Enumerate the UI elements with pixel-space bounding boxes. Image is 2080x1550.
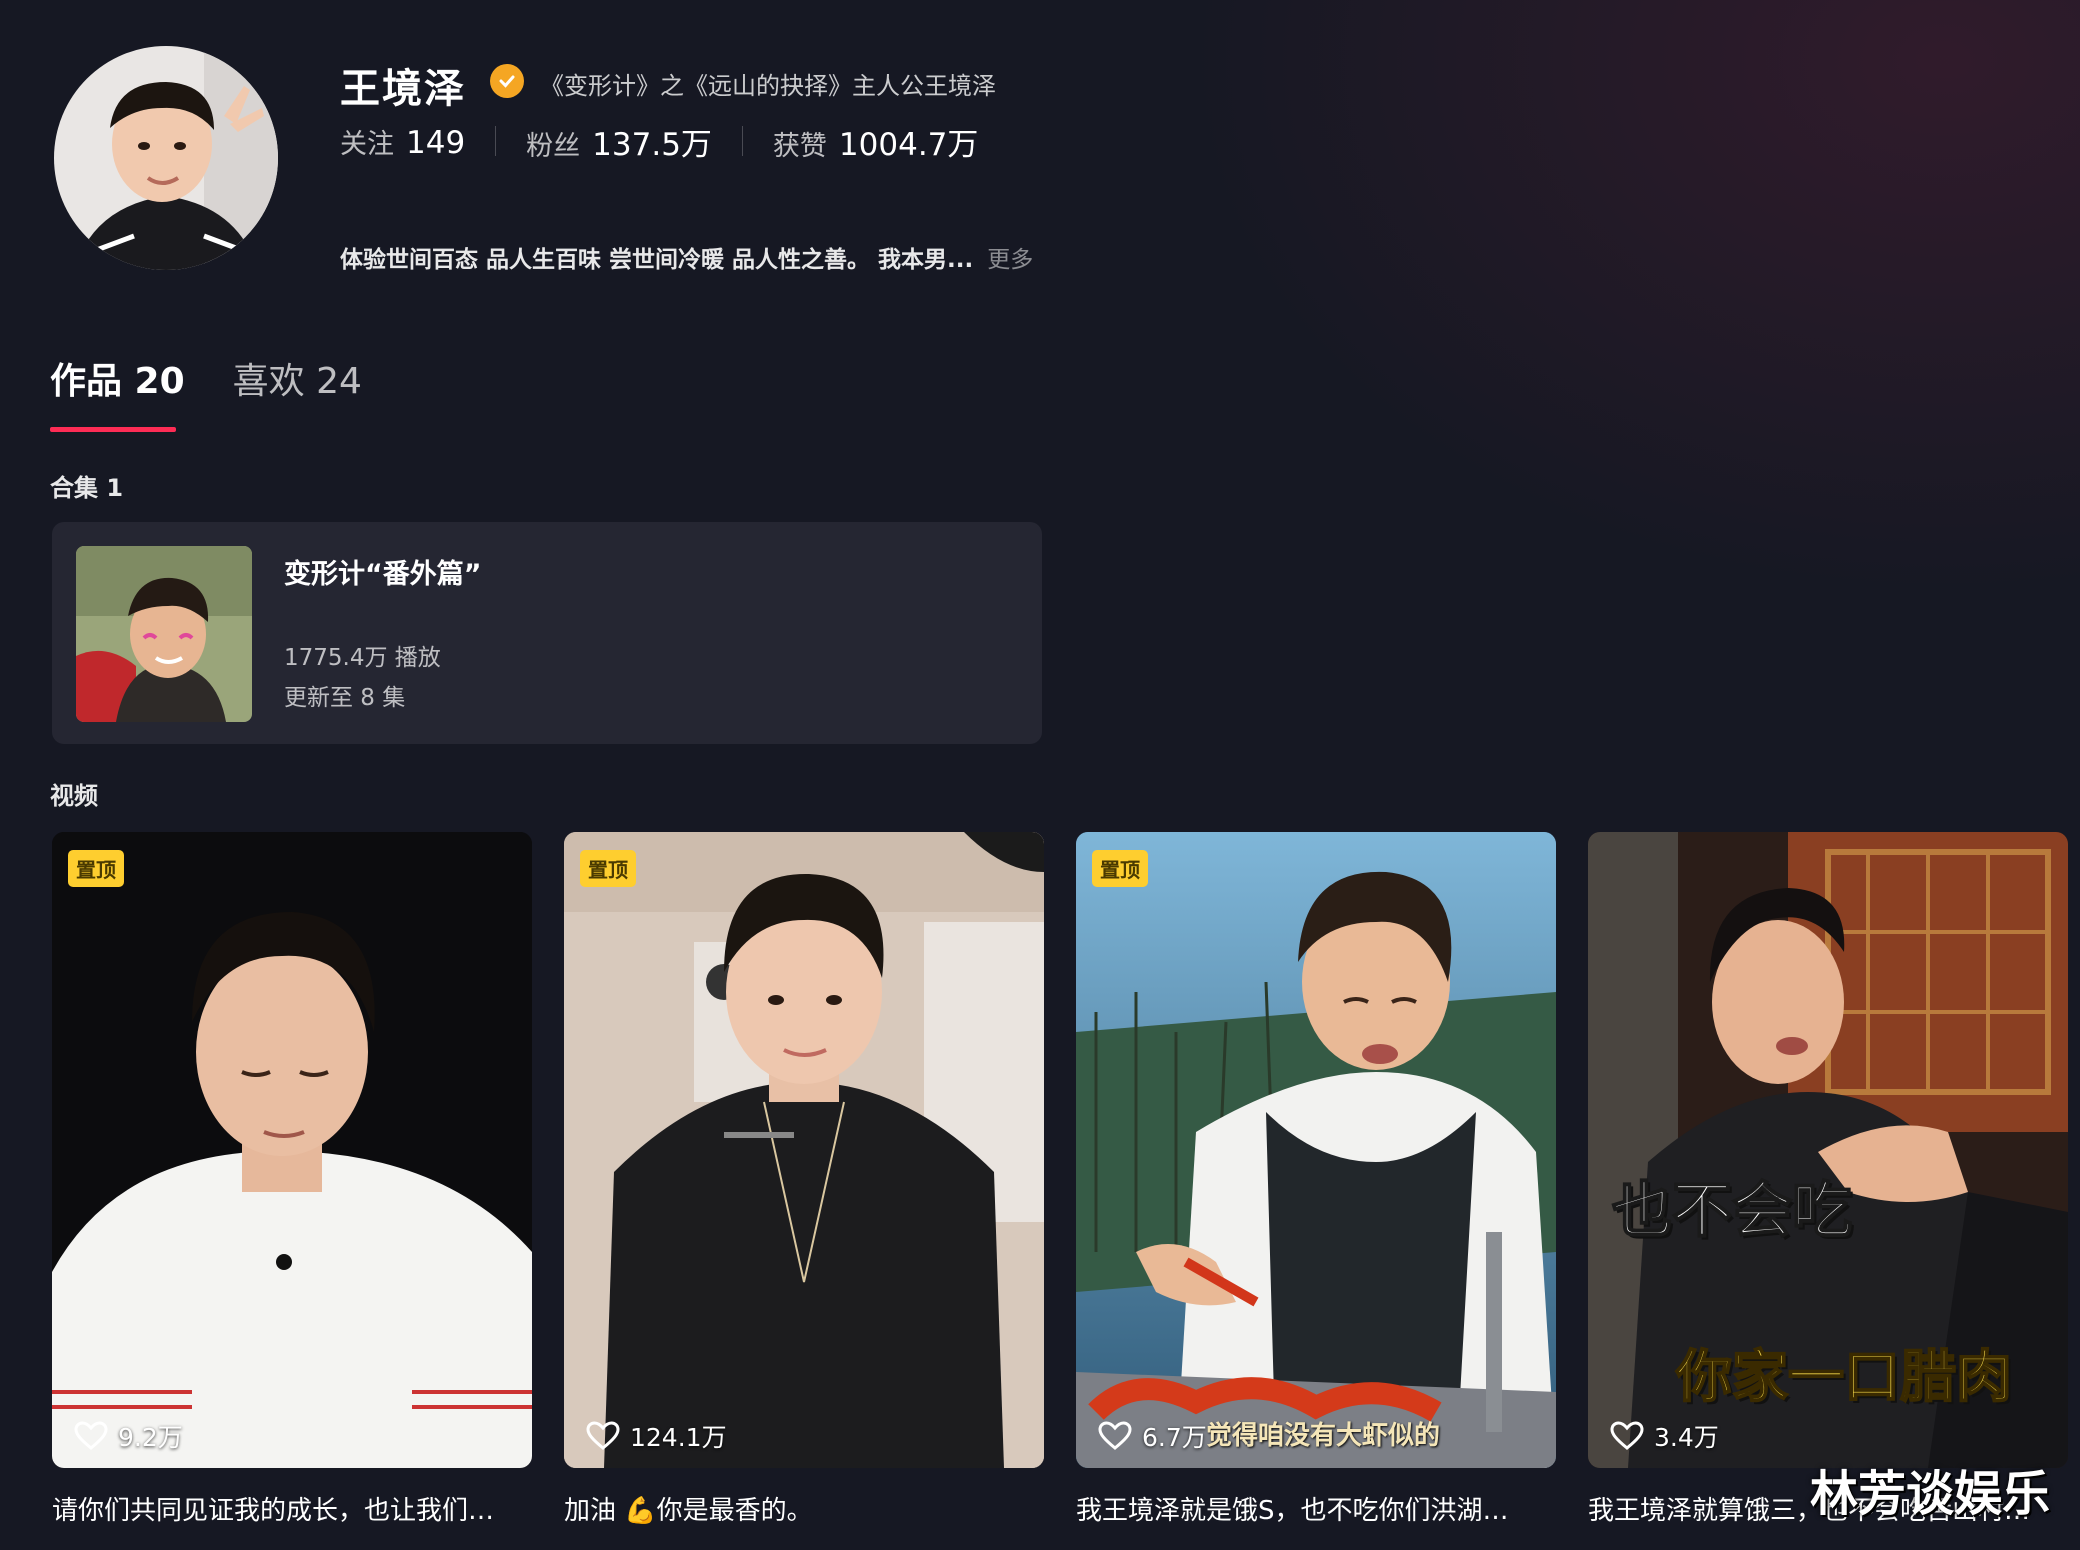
video-subtitle: 觉得咱没有大虾似的 <box>1206 1421 1441 1451</box>
stat-label: 粉丝 <box>526 130 581 162</box>
stat-label: 获赞 <box>772 130 827 162</box>
tab-likes[interactable]: 喜欢 24 <box>233 352 362 432</box>
profile-tabs: 作品 20 喜欢 24 <box>50 352 410 432</box>
like-count-text: 6.7万 <box>1142 1423 1207 1452</box>
like-count: 9.2万 <box>74 1418 183 1454</box>
pinned-badge: 置顶 <box>580 850 636 887</box>
heart-icon <box>1610 1421 1644 1450</box>
collection-title: 变形计“番外篇” <box>284 559 482 590</box>
collection-card[interactable]: 变形计“番外篇” 1775.4万 播放 更新至 8 集 <box>52 522 1042 744</box>
stat-followers[interactable]: 粉丝 137.5万 <box>526 119 712 164</box>
tab-works[interactable]: 作品 20 <box>50 352 185 432</box>
video-subtitle: 也不会吃 <box>1611 1175 1853 1247</box>
profile-name: 王境泽 <box>340 66 466 112</box>
stat-value: 149 <box>406 124 466 161</box>
video-card[interactable]: 置顶 9.2万 请你们共同见证我的成长，也让我们… <box>52 832 532 1527</box>
stat-label: 关注 <box>340 128 394 160</box>
collection-update: 更新至 8 集 <box>284 685 406 711</box>
verified-check-icon <box>490 64 524 98</box>
video-subtitle: 你家一口腊肉 <box>1675 1344 2013 1411</box>
bio-more-link[interactable]: 更多 <box>987 247 1033 273</box>
video-thumbnail[interactable]: 也不会吃 你家一口腊肉 3.4万 <box>1588 832 2068 1468</box>
stat-divider <box>495 126 497 156</box>
video-thumbnail[interactable]: 置顶 9.2万 <box>52 832 532 1468</box>
stat-likes: 获赞 1004.7万 <box>773 119 978 164</box>
like-count: 3.4万 <box>1610 1418 1719 1454</box>
collection-thumbnail <box>76 546 252 722</box>
stat-value: 1004.7万 <box>838 126 979 163</box>
video-caption[interactable]: 请你们共同见证我的成长，也让我们… <box>52 1490 532 1527</box>
video-caption[interactable]: 加油 💪你是最香的。 <box>564 1490 1044 1527</box>
like-count: 6.7万 <box>1098 1418 1207 1454</box>
like-count-text: 124.1万 <box>630 1423 727 1452</box>
pinned-badge: 置顶 <box>1092 850 1148 887</box>
stat-following[interactable]: 关注 149 <box>340 122 465 161</box>
pinned-badge: 置顶 <box>68 850 124 887</box>
video-card[interactable]: 置顶 124.1万 加油 💪你是最香的。 <box>564 832 1044 1527</box>
video-caption[interactable]: 我王境泽就是饿S，也不吃你们洪湖… <box>1076 1490 1556 1527</box>
videos-label: 视频 <box>50 782 98 810</box>
stat-value: 137.5万 <box>592 126 712 163</box>
stat-divider <box>741 126 743 156</box>
video-thumbnail[interactable]: 置顶 觉得咱没有大虾似的 6.7万 <box>1076 832 1556 1468</box>
verification-text: 《变形计》之《远山的抉择》主人公王境泽 <box>540 72 996 100</box>
heart-icon <box>74 1421 108 1450</box>
heart-icon <box>1098 1421 1132 1450</box>
avatar[interactable] <box>54 46 278 270</box>
like-count-text: 9.2万 <box>118 1423 183 1452</box>
bio-text: 体验世间百态 品人生百味 尝世间冷暖 品人性之善。 我本男... <box>340 247 974 273</box>
collection-plays: 1775.4万 播放 <box>284 645 441 671</box>
heart-icon <box>586 1421 620 1450</box>
like-count: 124.1万 <box>586 1418 727 1454</box>
watermark: 林芳谈娱乐 <box>1809 1466 2050 1522</box>
like-count-text: 3.4万 <box>1654 1423 1719 1452</box>
collections-label: 合集 1 <box>50 474 124 502</box>
background-glow <box>1180 0 2080 600</box>
video-thumbnail[interactable]: 置顶 124.1万 <box>564 832 1044 1468</box>
video-card[interactable]: 置顶 觉得咱没有大虾似的 6.7万 我王境泽就是饿S，也不吃你们洪湖… <box>1076 832 1556 1527</box>
profile-bio: 体验世间百态 品人生百味 尝世间冷暖 品人性之善。 我本男... 更多 <box>340 240 1033 274</box>
profile-stats: 关注 149 粉丝 137.5万 获赞 1004.7万 <box>340 118 978 164</box>
video-card[interactable]: 也不会吃 你家一口腊肉 3.4万 我王境泽就算饿三，也不会吃舌山村… <box>1588 832 2068 1527</box>
